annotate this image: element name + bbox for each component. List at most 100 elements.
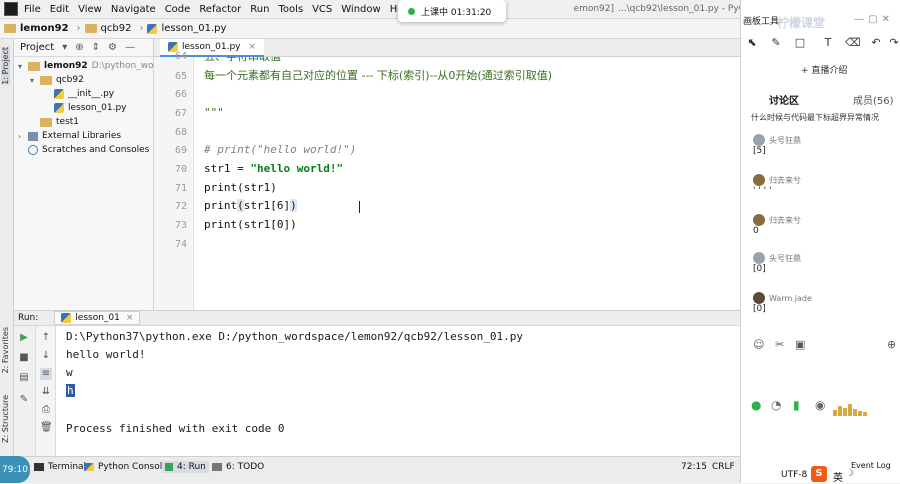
pointer-icon[interactable]: ⬉ [745, 36, 759, 50]
menu-window[interactable]: Window [341, 4, 380, 15]
run-tab-lesson01[interactable]: lesson_01 × [54, 311, 141, 325]
image-icon[interactable]: ▣ [795, 338, 805, 351]
tab-project[interactable]: 1: Project [1, 47, 10, 85]
tree-item-scratches[interactable]: Scratches and Consoles [28, 143, 149, 157]
chevron-right-icon: › [139, 23, 144, 34]
run-toolbar: ▶ ■ ▤ ✎ [14, 326, 36, 456]
tab-favorites[interactable]: 2: Favorites [1, 327, 10, 373]
run-tool-tab[interactable]: 4: Run [162, 461, 209, 473]
eraser-icon[interactable]: ⌫ [845, 36, 861, 50]
menu-view[interactable]: View [78, 4, 102, 15]
gear-icon[interactable]: ⚙ [108, 42, 117, 53]
line-number: 64 [174, 51, 187, 62]
menu-navigate[interactable]: Navigate [111, 4, 156, 15]
avatar [753, 252, 765, 264]
layout-icon[interactable]: ▤ [18, 372, 30, 384]
tab-members[interactable]: 成员(56) [853, 92, 894, 107]
caret-position[interactable]: 72:15 [681, 462, 707, 472]
scroll-to-end-icon[interactable]: ⇊ [40, 386, 52, 398]
locate-icon[interactable]: ⊕ [75, 42, 83, 53]
sogou-ime-icon[interactable]: S [811, 466, 827, 482]
encoding[interactable]: UTF-8 [781, 470, 807, 480]
scissors-icon[interactable]: ✂ [775, 338, 784, 351]
pin-icon[interactable]: ✎ [18, 394, 30, 406]
line-separator[interactable]: CRLF [712, 462, 735, 472]
line-number: 65 [174, 71, 187, 82]
breadcrumb-item-qcb92[interactable]: qcb92 [84, 23, 131, 34]
pen-icon[interactable]: ✎ [769, 36, 783, 50]
python-icon [84, 463, 94, 471]
redo-icon[interactable]: ↷ [887, 36, 900, 50]
menu-vcs[interactable]: VCS [312, 4, 332, 15]
tree-item-qcb92[interactable]: ▾ qcb92 [30, 73, 84, 87]
add-icon[interactable]: ⊕ [887, 338, 896, 351]
editor-tabs: lesson_01.py × [154, 39, 740, 57]
menu-file[interactable]: File [24, 4, 41, 15]
emoji-icon[interactable]: ☺ [753, 338, 764, 351]
breadcrumb-item-lemon92[interactable]: lemon92 [4, 23, 69, 34]
stop-icon[interactable]: ■ [18, 352, 30, 364]
python-file-icon [54, 103, 64, 113]
line-number: 69 [174, 145, 187, 156]
close-icon[interactable]: × [248, 42, 256, 52]
chevron-down-icon[interactable]: ▾ [62, 42, 67, 53]
chevron-right-icon: › [18, 131, 22, 141]
line-number: 67 [174, 108, 187, 119]
todo-tab[interactable]: 6: TODO [212, 462, 264, 472]
code-line: 每一个元素都有自己对应的位置 --- 下标(索引)--从0开始(通过索引取值) [204, 69, 553, 82]
menu-run[interactable]: Run [250, 4, 269, 15]
chat-question: 什么时候与代码最下标超界异常情况 [751, 113, 879, 122]
run-icon[interactable]: ▶ [18, 332, 30, 344]
live-intro-button[interactable]: + 直播介绍 [801, 63, 847, 76]
tree-item-lemon92[interactable]: ▾ lemon92 D:\python_words [18, 59, 167, 73]
undo-icon[interactable]: ↶ [869, 36, 883, 50]
avatar [753, 174, 765, 186]
window-controls[interactable]: —▢✕ [854, 14, 894, 25]
print-icon[interactable]: ⎙ [40, 404, 52, 416]
project-panel: Project ▾ ⊕ ⇕ ⚙ — ▾ lemon92 D:\python_wo… [14, 39, 167, 310]
run-console[interactable]: D:\Python37\python.exe D:/python_wordspa… [56, 326, 740, 456]
menu-tools[interactable]: Tools [278, 4, 303, 15]
microphone-icon[interactable]: ● [751, 398, 761, 412]
scratch-icon [28, 145, 38, 155]
close-icon[interactable]: × [126, 313, 134, 323]
text-icon[interactable]: T [821, 36, 835, 50]
tree-item-test1[interactable]: test1 [40, 115, 79, 129]
ime-mode[interactable]: 英 [833, 469, 843, 484]
collapse-icon[interactable]: ⇕ [92, 42, 100, 53]
rectangle-icon[interactable]: □ [793, 36, 807, 50]
speaker-icon[interactable]: ◔ [771, 398, 781, 412]
arrow-up-icon[interactable]: ↑ [40, 332, 52, 344]
code-line: 五、字符串取值 [204, 57, 281, 66]
python-file-icon [61, 313, 72, 323]
console-line-selected: h [66, 384, 75, 397]
menu-edit[interactable]: Edit [50, 4, 69, 15]
terminal-tab[interactable]: Terminal [34, 462, 86, 472]
tree-item-init[interactable]: __init__.py [54, 87, 114, 101]
arrow-down-icon[interactable]: ↓ [40, 350, 52, 362]
status-bar: Terminal Python Console 4: Run 6: TODO 7… [0, 456, 740, 483]
tab-discussion[interactable]: 讨论区 [769, 92, 799, 107]
menu-refactor[interactable]: Refactor [199, 4, 241, 15]
tree-item-lesson01[interactable]: lesson_01.py [54, 101, 126, 115]
folder-icon [4, 24, 16, 33]
minimize-icon[interactable]: — [125, 42, 135, 53]
live-class-panel: 画板工具 柠檬课堂 —▢✕ ⬉ ✎ □ T ⌫ ↶ ↷ + 直播介绍 讨论区 成… [740, 0, 900, 484]
event-log[interactable]: Event Log [851, 461, 891, 470]
line-number: 71 [174, 183, 187, 194]
line-number: 68 [174, 127, 187, 138]
todo-icon [212, 463, 222, 471]
location-icon[interactable]: ◉ [815, 398, 825, 412]
breadcrumb-item-lesson01[interactable]: lesson_01.py [147, 23, 226, 34]
project-view-select[interactable]: Project [20, 42, 54, 53]
recording-indicator: 上课中 01:31:20 [398, 0, 506, 22]
tab-structure[interactable]: Z: Structure [1, 395, 10, 443]
code-editor[interactable]: 五、字符串取值 每一个元素都有自己对应的位置 --- 下标(索引)--从0开始(… [194, 57, 740, 310]
line-number: 72 [174, 201, 187, 212]
tree-item-external-libraries[interactable]: › External Libraries [18, 129, 121, 143]
soft-wrap-icon[interactable]: ≡ [40, 368, 52, 380]
menu-code[interactable]: Code [165, 4, 191, 15]
trash-icon[interactable]: 🗑 [40, 422, 53, 434]
volume-bars-icon[interactable]: ▮ [793, 398, 800, 412]
python-console-tab[interactable]: Python Console [84, 462, 168, 472]
